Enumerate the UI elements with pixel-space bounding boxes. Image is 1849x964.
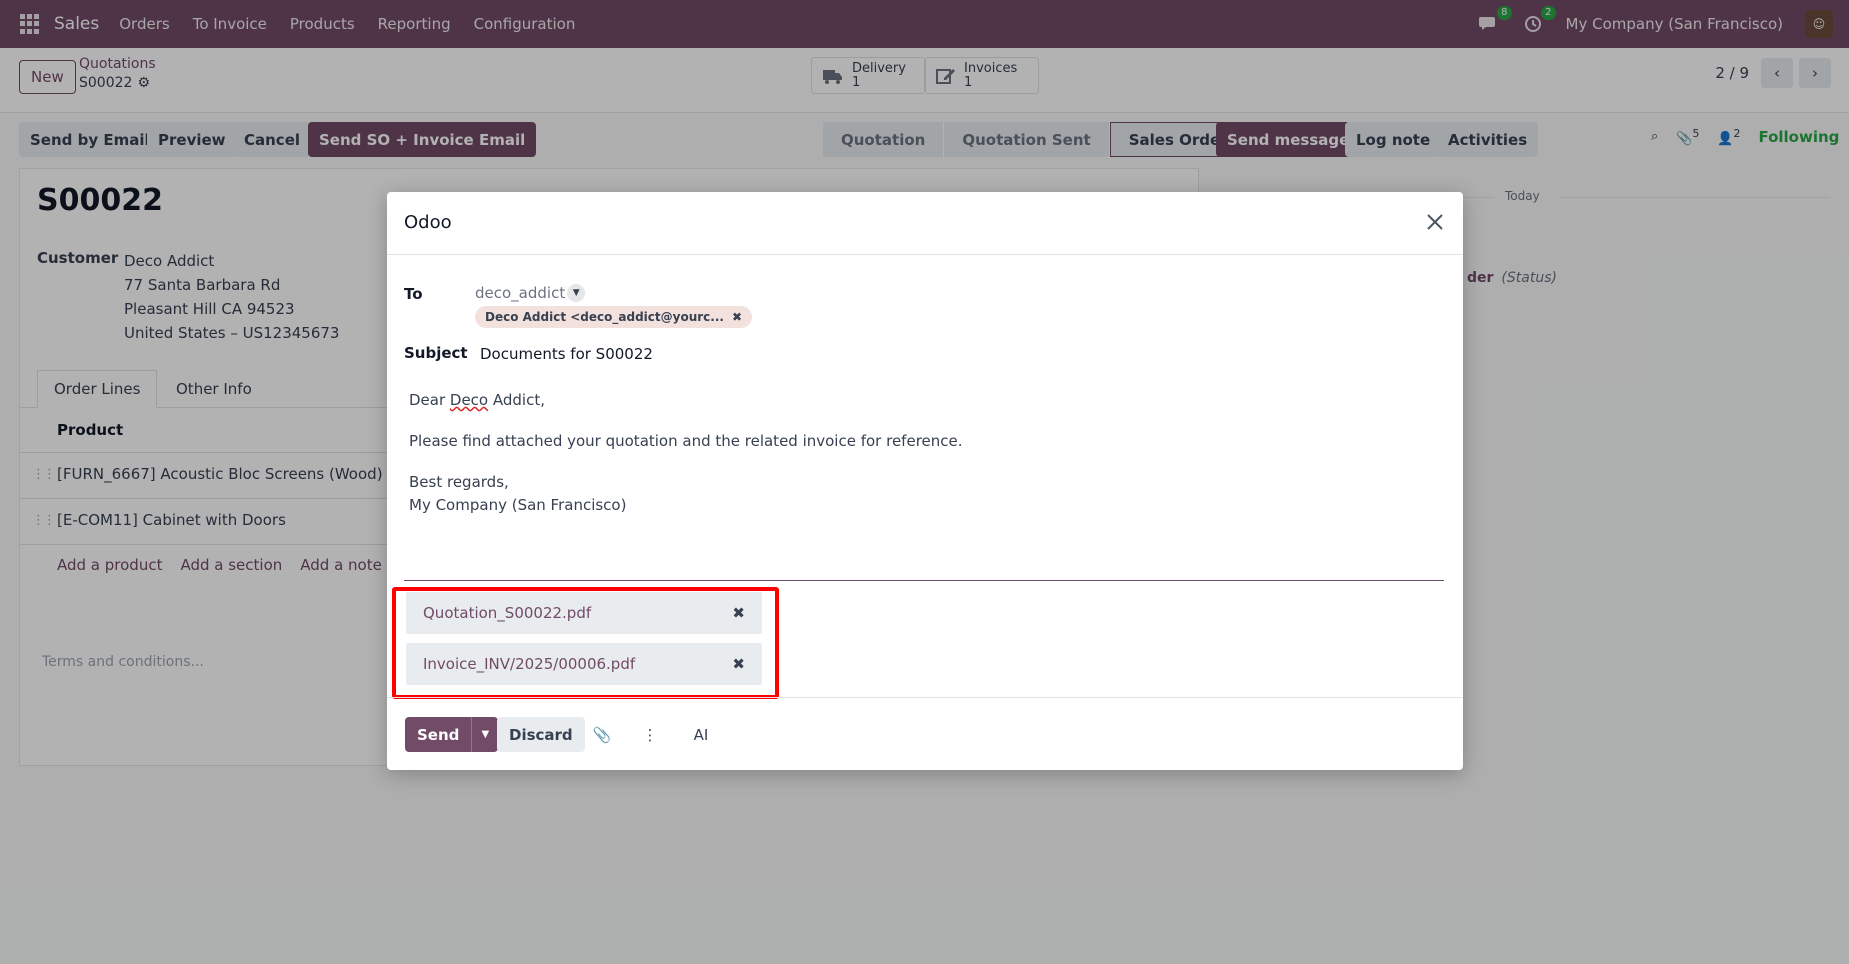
- recipient-tag-label: Deco Addict <deco_addict@yourc...: [485, 310, 724, 324]
- send-button[interactable]: Send: [405, 717, 472, 752]
- remove-tag-icon[interactable]: ✖: [732, 310, 742, 324]
- close-icon[interactable]: [1423, 210, 1447, 234]
- ai-button[interactable]: AI: [687, 725, 715, 745]
- more-options-icon[interactable]: ⋮: [640, 725, 660, 745]
- body-signature: My Company (San Francisco): [409, 496, 627, 514]
- attachments-highlight-box: [392, 587, 779, 699]
- recipient-tag: Deco Addict <deco_addict@yourc... ✖: [475, 306, 753, 328]
- body-closing: Best regards,: [409, 473, 509, 491]
- body-divider: [404, 580, 1444, 581]
- discard-button[interactable]: Discard: [497, 717, 585, 752]
- send-button-group: Send ▼: [405, 717, 499, 752]
- to-label: To: [404, 285, 423, 303]
- email-body-editor[interactable]: Dear Deco Addict, Please find attached y…: [409, 389, 963, 517]
- body-line: Please find attached your quotation and …: [409, 432, 963, 450]
- dialog-header: Odoo: [387, 192, 1463, 255]
- recipients-input-value: deco_addict: [475, 284, 566, 302]
- send-options-caret-icon[interactable]: ▼: [471, 717, 499, 752]
- subject-input[interactable]: Documents for S00022: [480, 345, 653, 363]
- paperclip-icon[interactable]: 📎: [592, 725, 612, 745]
- recipients-input[interactable]: deco_addict ▼: [475, 284, 586, 302]
- body-greeting-word: Deco: [449, 391, 489, 409]
- body-greeting-post: Addict,: [488, 391, 545, 409]
- caret-down-icon[interactable]: ▼: [567, 284, 586, 302]
- subject-label: Subject: [404, 344, 468, 362]
- body-greeting-pre: Dear: [409, 391, 450, 409]
- dialog-title: Odoo: [404, 212, 452, 233]
- body-greeting: Dear Deco Addict,: [409, 389, 963, 412]
- email-composer-dialog: Odoo To deco_addict ▼ Deco Addict <deco_…: [387, 192, 1463, 770]
- dialog-footer-divider: [387, 697, 1463, 698]
